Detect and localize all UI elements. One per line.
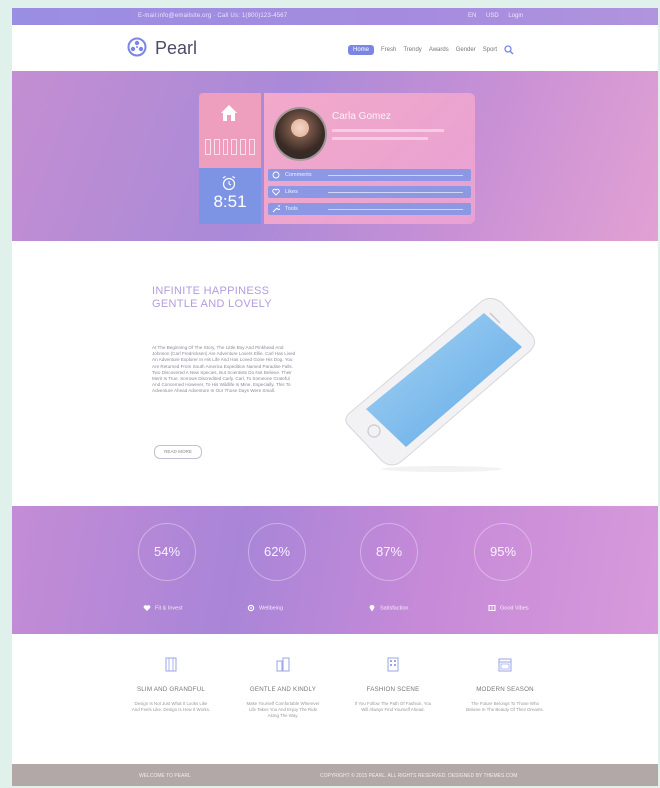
top-bar-right: EN USD Login <box>468 13 531 19</box>
search-icon[interactable] <box>504 45 514 55</box>
clock-time: 8:51 <box>213 192 247 211</box>
service-desc: The Future Belongs To Those Who Believe … <box>466 701 544 712</box>
page: E-mail:info@emailsite.org · Call Us: 1(8… <box>12 8 658 786</box>
home-widget-bars <box>205 139 255 155</box>
stat-circle: 62% <box>248 523 306 581</box>
clock-widget[interactable]: 8:51 <box>199 168 261 224</box>
service-item: SLIM AND GRANDFUL Design Is Not Just Wha… <box>116 656 226 713</box>
profile-name: Carla Gomez <box>332 111 391 122</box>
read-more-button[interactable]: READ MORE <box>154 445 202 459</box>
service-title: SLIM AND GRANDFUL <box>136 686 206 693</box>
stat-circle: 95% <box>474 523 532 581</box>
profile-row-label: Tools <box>285 206 298 212</box>
stat-label: Satisfaction <box>368 604 408 612</box>
profile-row-label: Likes <box>285 189 298 195</box>
book-icon <box>488 605 496 611</box>
calendar-icon <box>498 658 512 672</box>
site-header: Pearl Home Fresh Trendy Awards Gender Sp… <box>12 25 658 71</box>
login-link[interactable]: Login <box>508 13 523 19</box>
gear-icon <box>247 604 255 612</box>
feature-title-line1: INFINITE HAPPINESS <box>152 285 270 297</box>
feature-title: INFINITE HAPPINESS GENTLE AND LOVELY <box>152 285 272 311</box>
profile-row-label: Comments <box>285 172 312 178</box>
contact-info: E-mail:info@emailsite.org · Call Us: 1(8… <box>138 13 288 19</box>
stat-circle: 54% <box>138 523 196 581</box>
service-title: FASHION SCENE <box>366 686 420 693</box>
nav-item-trendy[interactable]: Trendy <box>403 47 421 53</box>
profile-text-line <box>332 137 428 140</box>
office-icon <box>387 657 399 672</box>
service-desc: Design Is Not Just What It Looks Like An… <box>131 701 211 712</box>
building-icon <box>165 657 177 672</box>
heart-icon <box>272 188 280 196</box>
profile-text-line <box>332 129 444 132</box>
feature-body: At The Beginning Of The Story, The Littl… <box>152 345 296 394</box>
stat-label: Fit & Invest <box>143 604 183 612</box>
footer-copyright: COPYRIGHT © 2015 PEARL. ALL RIGHTS RESER… <box>320 773 518 779</box>
pin-icon <box>369 605 375 612</box>
services-section: SLIM AND GRANDFUL Design Is Not Just Wha… <box>12 634 658 764</box>
language-selector[interactable]: EN <box>468 13 476 19</box>
service-title: MODERN SEASON <box>476 686 534 693</box>
nav-item-awards[interactable]: Awards <box>429 47 449 53</box>
feature-section: INFINITE HAPPINESS GENTLE AND LOVELY At … <box>12 241 658 506</box>
top-bar: E-mail:info@emailsite.org · Call Us: 1(8… <box>12 8 658 25</box>
site-footer: WELCOME TO PEARL COPYRIGHT © 2015 PEARL.… <box>12 764 658 786</box>
stat-label-text: Good Vibes <box>500 605 529 612</box>
heart-icon <box>143 605 151 611</box>
stat-label: Good Vibes <box>488 604 529 612</box>
logo-text[interactable]: Pearl <box>155 38 197 59</box>
service-item: MODERN SEASON The Future Belongs To Thos… <box>450 656 560 713</box>
footer-left-text: WELCOME TO PEARL <box>139 773 191 779</box>
city-icon <box>276 657 290 672</box>
stat-label-text: Satisfaction <box>380 605 409 612</box>
service-item: GENTLE AND KINDLY Make Yourself Comforta… <box>228 656 338 719</box>
alarm-clock-icon <box>222 175 236 191</box>
service-desc: Make Yourself Comfortable Wherever Life … <box>246 701 320 718</box>
nav-item-home[interactable]: Home <box>348 45 375 55</box>
profile-row-tools[interactable]: Tools <box>268 203 471 215</box>
service-title: GENTLE AND KINDLY <box>249 686 317 693</box>
nav-item-sport[interactable]: Sport <box>483 47 497 53</box>
phone-image <box>345 297 536 472</box>
main-nav: Home Fresh Trendy Awards Gender Sport <box>348 45 514 55</box>
stat-label-text: Fit & Invest <box>155 605 183 612</box>
currency-selector[interactable]: USD <box>486 13 499 19</box>
stat-label: Wellbeing <box>247 604 283 612</box>
service-desc: If You Follow The Path Of Fashion, You W… <box>354 701 432 712</box>
nav-item-fresh[interactable]: Fresh <box>381 47 396 53</box>
home-widget[interactable] <box>199 93 261 168</box>
stat-label-text: Wellbeing <box>259 605 284 612</box>
service-item: FASHION SCENE If You Follow The Path Of … <box>338 656 448 713</box>
reel-logo-icon[interactable] <box>127 37 147 57</box>
stat-circle: 87% <box>360 523 418 581</box>
wrench-icon <box>272 205 280 213</box>
home-icon <box>221 105 237 121</box>
profile-row-comments[interactable]: Comments <box>268 169 471 181</box>
profile-row-likes[interactable]: Likes <box>268 186 471 198</box>
avatar[interactable] <box>273 107 327 161</box>
chat-icon <box>272 171 280 179</box>
feature-title-line2: GENTLE AND LOVELY <box>152 298 272 310</box>
stats-section: 54% 62% 87% 95% Fit & Invest Wellbeing S… <box>12 506 658 634</box>
nav-item-gender[interactable]: Gender <box>456 47 476 53</box>
profile-card: Carla Gomez Comments Likes Tools <box>264 93 475 224</box>
hero-section: 8:51 Carla Gomez Comments Likes Tools <box>12 71 658 241</box>
